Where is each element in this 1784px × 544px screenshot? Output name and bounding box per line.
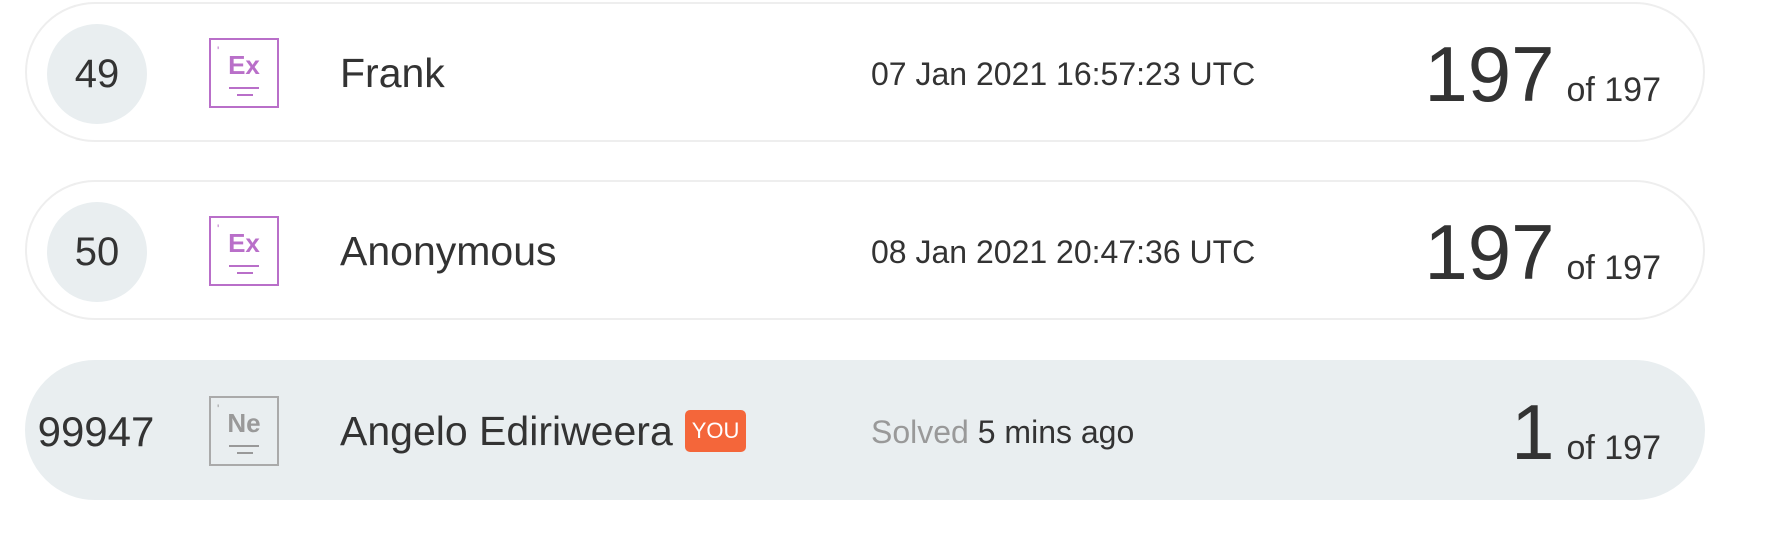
leaderboard-list: 49 ' Ex Frank 07 Jan 2021 16:57:23 UTC 1… — [0, 0, 1784, 544]
rank-number: 99947 — [37, 408, 155, 455]
score: 197 of 197 — [1424, 210, 1661, 294]
solved-time: 08 Jan 2021 20:47:36 UTC — [871, 234, 1256, 270]
solved-count: 197 — [1424, 30, 1555, 118]
rank-number: 49 — [47, 24, 147, 124]
solved-time: Solved 5 mins ago — [871, 414, 1134, 450]
badge-symbol: Ne — [227, 408, 261, 438]
solved-count: 197 — [1424, 208, 1555, 296]
level-badge-icon: ' Ex — [209, 38, 279, 108]
solved-time: 07 Jan 2021 16:57:23 UTC — [871, 56, 1256, 92]
score: 1 of 197 — [1511, 390, 1661, 474]
current-user-row[interactable]: 99947 ' Ne Angelo Ediriweera YOU Solved … — [25, 360, 1705, 500]
solved-count: 1 — [1511, 388, 1555, 476]
level-badge-icon: ' Ne — [209, 396, 279, 466]
total-count: of 197 — [1566, 429, 1661, 467]
user-name-text[interactable]: Anonymous — [340, 228, 557, 274]
user-name-text[interactable]: Frank — [340, 50, 445, 96]
level-badge-icon: ' Ex — [209, 216, 279, 286]
total-count: of 197 — [1566, 249, 1661, 287]
badge-symbol: Ex — [228, 50, 260, 80]
score: 197 of 197 — [1424, 32, 1661, 116]
solved-prefix: Solved — [871, 414, 969, 450]
rank-number: 50 — [47, 202, 147, 302]
leaderboard-row[interactable]: 49 ' Ex Frank 07 Jan 2021 16:57:23 UTC 1… — [25, 2, 1705, 142]
leaderboard-row[interactable]: 50 ' Ex Anonymous 08 Jan 2021 20:47:36 U… — [25, 180, 1705, 320]
user-name[interactable]: Frank — [340, 50, 445, 96]
you-badge: YOU — [684, 410, 747, 452]
user-name[interactable]: Anonymous — [340, 228, 557, 274]
solved-ago: 5 mins ago — [977, 414, 1135, 450]
user-name-text[interactable]: Angelo Ediriweera — [340, 408, 673, 454]
user-name[interactable]: Angelo Ediriweera YOU — [340, 408, 747, 454]
badge-symbol: Ex — [228, 228, 260, 258]
total-count: of 197 — [1566, 71, 1661, 109]
